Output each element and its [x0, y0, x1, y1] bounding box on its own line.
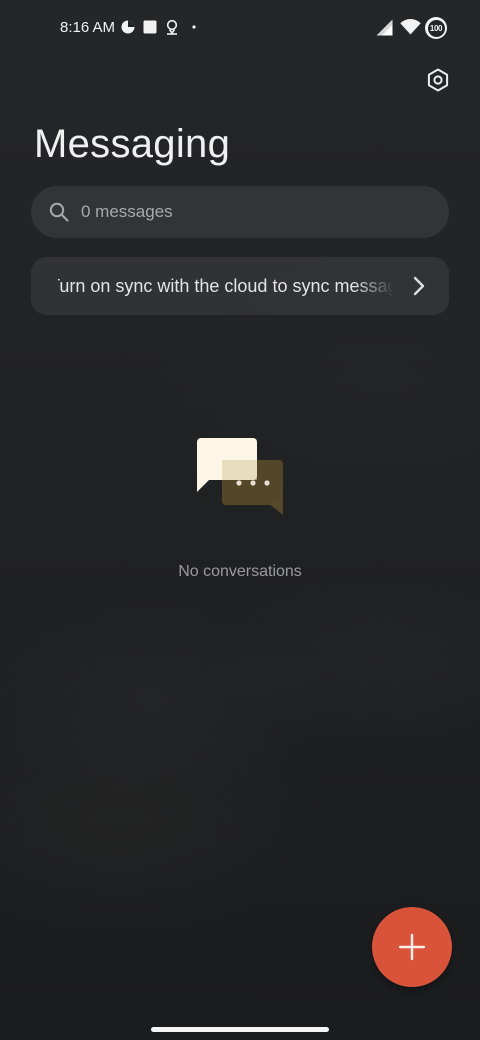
empty-state-text: No conversations	[178, 563, 302, 580]
plus-icon	[398, 933, 426, 961]
search-bar[interactable]	[31, 186, 449, 238]
cellular-signal-icon	[376, 19, 393, 36]
search-icon	[49, 202, 69, 222]
status-bar: 8:16 AM 100	[0, 0, 480, 56]
home-indicator[interactable]	[151, 1027, 329, 1032]
battery-level: 100	[429, 23, 443, 33]
hexagon-settings-icon	[427, 68, 449, 92]
data-saver-icon	[121, 20, 135, 34]
new-conversation-button[interactable]	[372, 907, 452, 987]
location-icon	[166, 19, 178, 35]
status-time: 8:16 AM	[60, 19, 116, 36]
chevron-right-icon	[413, 276, 425, 296]
page-title: Messaging	[34, 122, 231, 166]
sync-banner[interactable]: Turn on sync with the cloud to sync mess…	[31, 257, 449, 315]
notification-square-icon	[143, 20, 157, 34]
more-notifications-dot-icon	[192, 25, 196, 29]
battery-indicator: 100	[425, 17, 447, 39]
settings-button[interactable]	[422, 64, 454, 96]
sync-banner-text: Turn on sync with the cloud to sync mess…	[58, 276, 394, 296]
sync-banner-text-wrap: Turn on sync with the cloud to sync mess…	[58, 274, 394, 298]
wifi-icon	[400, 19, 421, 35]
chat-bubbles-icon	[197, 438, 283, 515]
search-input[interactable]	[81, 202, 401, 222]
